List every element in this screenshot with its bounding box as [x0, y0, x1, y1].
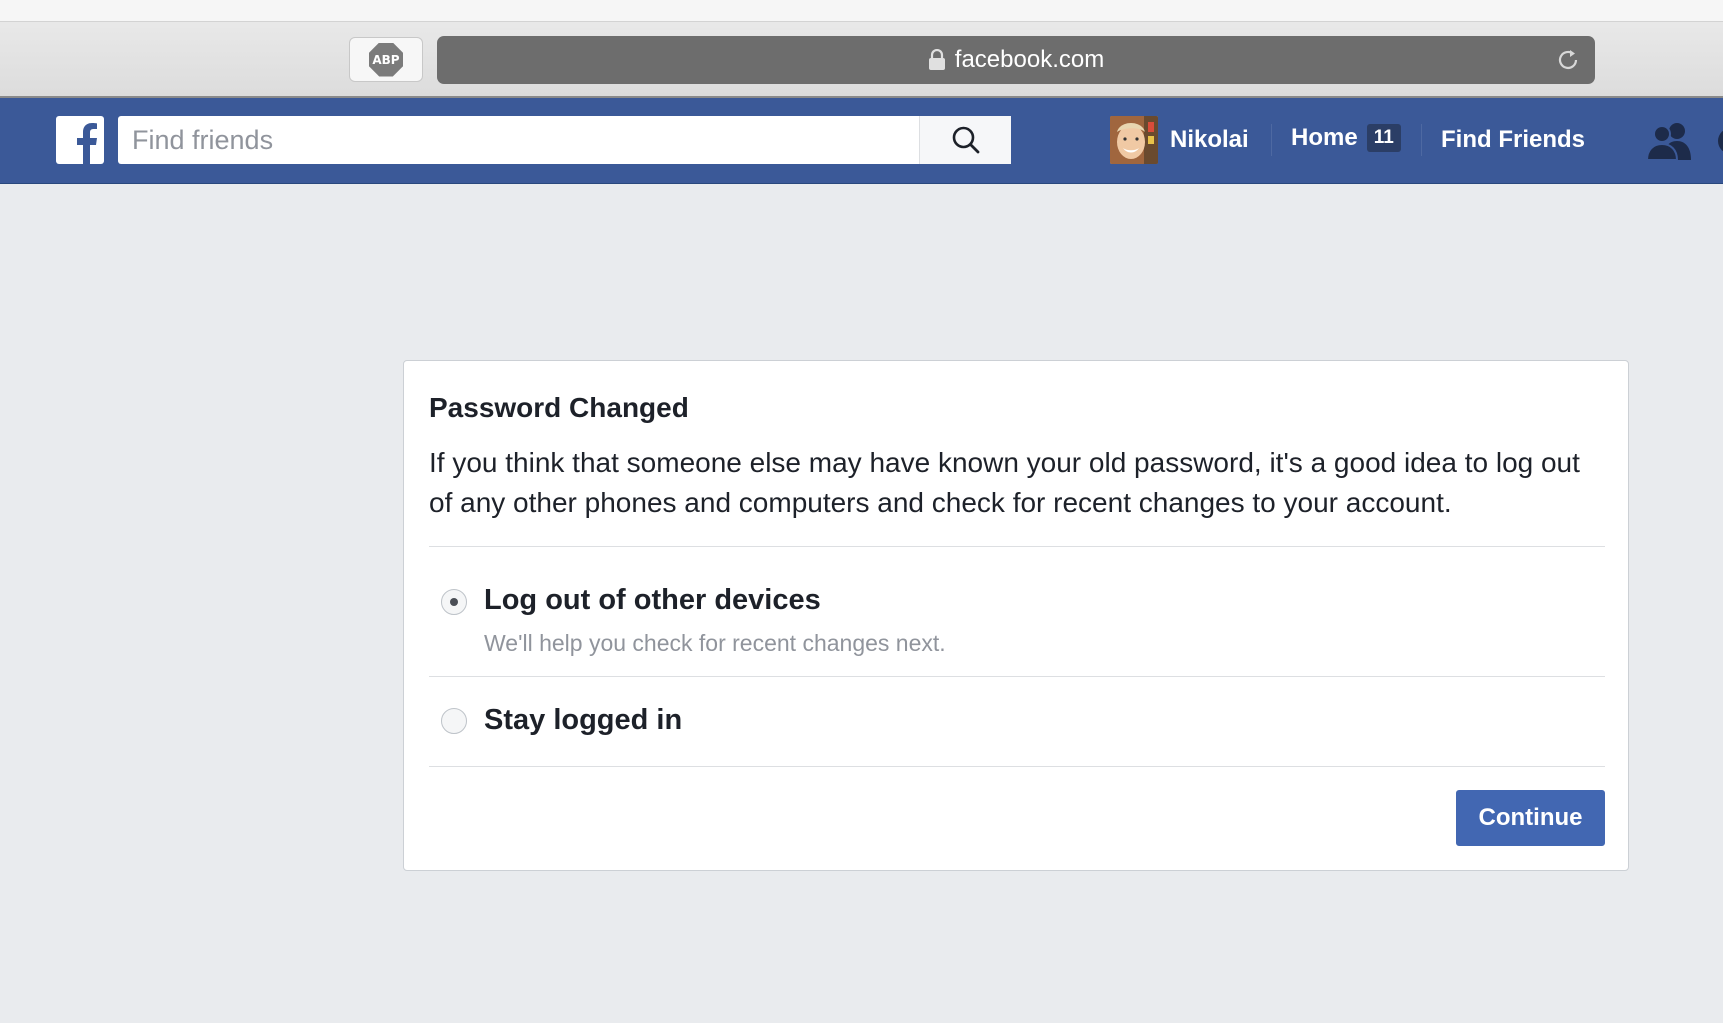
address-bar[interactable]: facebook.com — [437, 36, 1595, 84]
messenger-icon[interactable] — [1714, 126, 1723, 156]
browser-toolbar: ABP facebook.com — [0, 0, 1723, 98]
log-out-radio[interactable] — [441, 589, 467, 615]
option-label: Stay logged in — [484, 704, 683, 736]
friend-requests-icon[interactable] — [1645, 120, 1695, 160]
divider — [429, 766, 1605, 767]
dialog-title: Password Changed — [429, 392, 689, 423]
profile-link[interactable]: Nikolai — [1110, 115, 1249, 165]
avatar — [1110, 116, 1158, 164]
facebook-logo-icon[interactable] — [56, 116, 104, 164]
option-log-out-other-devices[interactable]: Log out of other devices We'll help you … — [429, 547, 1605, 676]
facebook-f-icon — [77, 123, 97, 164]
facebook-top-bar: Nikolai Home 11 Find Friends — [0, 98, 1723, 184]
url-text: facebook.com — [954, 46, 1105, 73]
search-button[interactable] — [919, 116, 1011, 164]
search-input[interactable] — [118, 116, 918, 164]
adblock-icon: ABP — [369, 42, 403, 77]
nav-home-label: Home — [1291, 124, 1358, 151]
continue-button[interactable]: Continue — [1456, 790, 1605, 846]
nav-home-link[interactable]: Home 11 — [1291, 124, 1401, 152]
dialog-body-text: If you think that someone else may have … — [429, 447, 1580, 518]
notification-count-badge: 11 — [1366, 124, 1401, 152]
profile-name: Nikolai — [1170, 126, 1249, 153]
search-icon — [952, 126, 979, 154]
nav-separator — [1421, 124, 1422, 156]
search-box — [118, 116, 1011, 164]
adblock-button[interactable]: ABP — [349, 37, 423, 82]
nav-separator — [1271, 124, 1272, 156]
browser-title-strip — [0, 0, 1723, 22]
option-label: Log out of other devices — [484, 584, 821, 616]
nav-find-friends-label: Find Friends — [1441, 126, 1585, 153]
option-stay-logged-in[interactable]: Stay logged in — [429, 677, 1605, 766]
stay-logged-in-radio[interactable] — [441, 708, 467, 734]
reload-icon[interactable] — [1555, 47, 1581, 73]
password-changed-dialog: Password Changed If you think that someo… — [403, 360, 1629, 871]
nav-find-friends-link[interactable]: Find Friends — [1441, 126, 1585, 154]
option-sublabel: We'll help you check for recent changes … — [484, 630, 946, 656]
lock-icon — [928, 49, 945, 70]
